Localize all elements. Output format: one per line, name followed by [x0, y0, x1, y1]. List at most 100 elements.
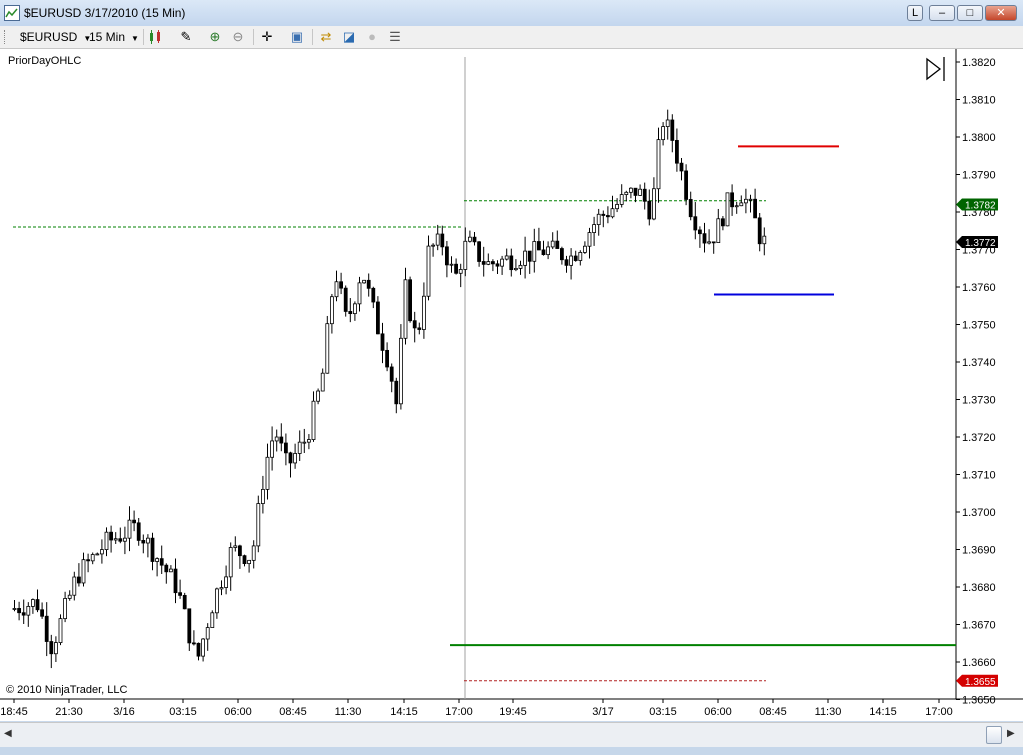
candle-up: [739, 202, 744, 207]
price-tick-label: 1.3790: [962, 170, 996, 182]
candle-up: [638, 188, 642, 196]
data-box-icon[interactable]: ☰: [387, 29, 403, 45]
candle-down: [408, 279, 413, 322]
candle-down: [49, 641, 54, 655]
candle-up: [656, 139, 661, 190]
candle-up: [532, 241, 537, 262]
candle-down: [242, 555, 247, 565]
time-tick-label: 17:00: [445, 706, 473, 718]
candle-down: [173, 568, 178, 594]
scroll-right-arrow-icon[interactable]: ▶: [1007, 728, 1015, 739]
candle-up: [72, 576, 77, 596]
candle-down: [642, 188, 647, 202]
scroll-thumb[interactable]: [986, 726, 1002, 744]
candle-up: [306, 439, 311, 443]
time-tick-label: 14:15: [869, 706, 897, 718]
pencil-icon[interactable]: ✎: [178, 29, 194, 45]
candle-up: [219, 587, 224, 590]
price-chart[interactable]: 1.38201.38101.38001.37901.37801.37701.37…: [0, 49, 1023, 721]
candle-down: [477, 241, 482, 262]
link-button[interactable]: L: [907, 5, 923, 21]
zoom-out-icon[interactable]: ⊖: [230, 29, 246, 45]
candle-up: [596, 213, 601, 225]
candle-up: [316, 390, 321, 402]
scroll-to-end-icon[interactable]: [926, 57, 945, 81]
candle-up: [403, 279, 408, 339]
candle-up: [260, 488, 265, 504]
interval-selector[interactable]: 15 Min ▼: [89, 29, 139, 45]
toolbar-divider: [253, 29, 254, 45]
candle-down: [343, 287, 348, 312]
instrument-selector[interactable]: $EURUSD ▼: [20, 29, 91, 45]
candle-down: [279, 436, 284, 444]
copyright-text: © 2010 NinjaTrader, LLC: [6, 684, 128, 696]
candle-up: [270, 440, 275, 458]
candle-up: [592, 224, 596, 233]
candle-up: [523, 250, 527, 266]
candle-down: [288, 452, 293, 464]
strategy-icon[interactable]: ⇄: [318, 29, 334, 45]
price-tick-label: 1.3810: [962, 95, 996, 107]
candle-down: [670, 119, 675, 141]
toolbar-grip[interactable]: [4, 30, 8, 44]
time-tick-label: 08:45: [279, 706, 307, 718]
minimize-button[interactable]: –: [929, 5, 955, 21]
price-tick-label: 1.3660: [962, 657, 996, 669]
candlestick-icon[interactable]: [148, 29, 164, 45]
price-tick-label: 1.3670: [962, 620, 996, 632]
chart-trader-icon[interactable]: ◪: [341, 29, 357, 45]
chart-app-icon: [4, 5, 20, 21]
price-tick-label: 1.3820: [962, 57, 996, 69]
candle-up: [251, 545, 256, 561]
candle-up: [569, 255, 573, 266]
candle-up: [467, 236, 472, 242]
candle-down: [417, 327, 422, 330]
candle-up: [256, 503, 261, 547]
candle-up: [329, 296, 334, 325]
time-tick-label: 14:15: [390, 706, 418, 718]
zoom-in-icon[interactable]: ⊕: [207, 29, 223, 45]
maximize-button[interactable]: □: [957, 5, 983, 21]
candle-down: [711, 241, 716, 244]
candle-up: [205, 627, 210, 640]
horizontal-scrollbar[interactable]: ◀ ▶: [0, 722, 1023, 747]
candle-up: [486, 261, 491, 265]
close-button[interactable]: ✕: [985, 5, 1017, 21]
candle-down: [385, 349, 390, 368]
price-tick-label: 1.3650: [962, 695, 996, 707]
price-tick-label: 1.3720: [962, 432, 996, 444]
price-marker-label: 1.3782: [965, 201, 996, 212]
time-tick-label: 08:45: [759, 706, 787, 718]
candle-up: [334, 281, 339, 298]
candle-up: [748, 198, 753, 201]
crosshair-icon[interactable]: ✛: [259, 29, 275, 45]
title-bar: $EURUSD 3/17/2010 (15 Min) L – □ ✕: [0, 0, 1023, 27]
candle-up: [228, 547, 233, 578]
candle-up: [583, 245, 587, 253]
candle-down: [684, 170, 688, 200]
scroll-left-arrow-icon[interactable]: ◀: [4, 728, 12, 739]
price-marker-label: 1.3772: [965, 238, 996, 249]
candle-up: [123, 537, 127, 542]
instrument-label: $EURUSD: [20, 30, 78, 44]
candle-down: [412, 320, 417, 329]
candle-up: [665, 119, 670, 128]
candle-up: [629, 187, 633, 193]
price-tick-label: 1.3800: [962, 132, 996, 144]
chart-toolbar: $EURUSD ▼ 15 Min ▼ ✎ ⊕ ⊖ ✛ ▣ ⇄ ◪ ● ☰: [0, 26, 1023, 49]
candle-up: [155, 558, 160, 562]
price-tick-label: 1.3680: [962, 582, 996, 594]
time-tick-label: 11:30: [815, 706, 842, 718]
candle-down: [541, 249, 546, 256]
interval-label: 15 Min: [89, 30, 126, 44]
time-tick-label: 11:30: [335, 706, 362, 718]
properties-icon[interactable]: ▣: [289, 29, 305, 45]
candle-up: [274, 436, 279, 442]
status-bar: [0, 747, 1023, 755]
candle-down: [191, 642, 196, 645]
candle-up: [224, 576, 229, 588]
candle-down: [136, 522, 141, 541]
candle-down: [679, 162, 684, 172]
disabled-circle-icon[interactable]: ●: [364, 29, 380, 45]
chart-panel[interactable]: 1.3820 1.3810 1.3800 1.3790 1.3780 1.3770 1.37…: [0, 49, 1023, 721]
